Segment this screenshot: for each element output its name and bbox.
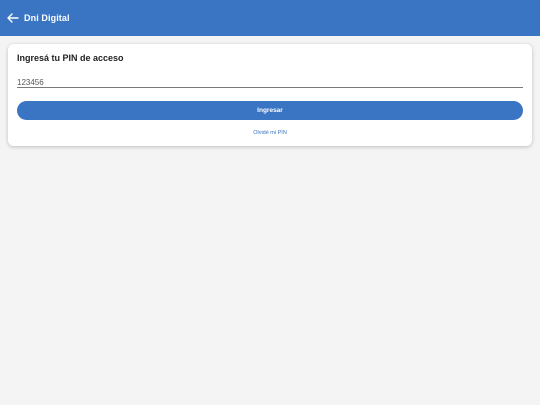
pin-input[interactable]	[17, 75, 523, 90]
submit-button[interactable]: Ingresar	[17, 101, 523, 120]
arrow-left-icon	[7, 13, 19, 23]
back-button[interactable]	[2, 7, 24, 29]
app-bar: Dni Digital	[0, 0, 540, 36]
pin-card-title: Ingresá tu PIN de acceso	[17, 53, 124, 63]
pin-field[interactable]	[17, 72, 523, 90]
pin-card: Ingresá tu PIN de acceso Ingresar Olvidé…	[8, 44, 532, 146]
forgot-pin-link[interactable]: Olvidé mi PIN	[8, 130, 532, 136]
app-title: Dni Digital	[24, 13, 70, 23]
